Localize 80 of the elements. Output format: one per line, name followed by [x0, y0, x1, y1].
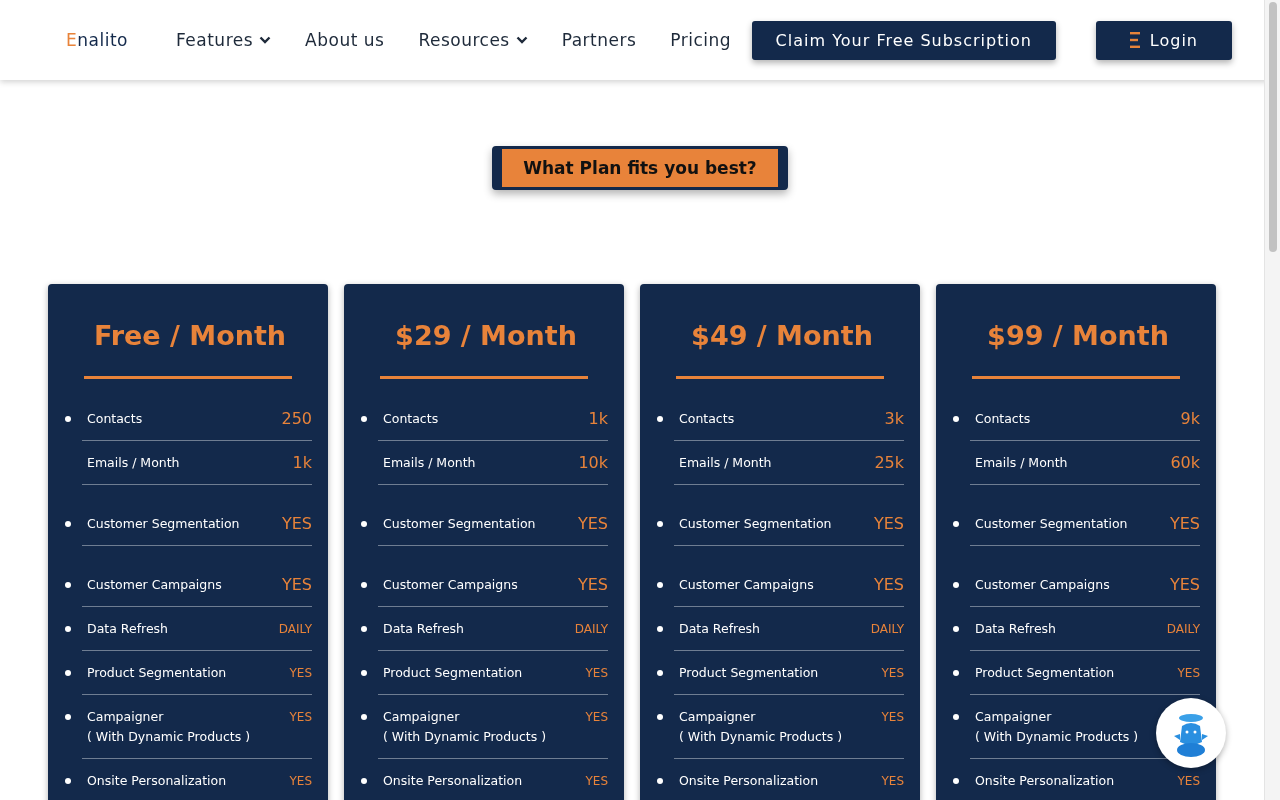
feature-label: Customer Campaigns: [678, 576, 815, 594]
feature-value: YES: [585, 665, 608, 682]
feature-label: Data Refresh: [382, 620, 466, 638]
feature-value: 25k: [874, 453, 904, 473]
feature-value: YES: [289, 773, 312, 790]
feature-value: 10k: [578, 453, 608, 473]
feature-value: 1k: [292, 453, 312, 473]
feature-label: Customer Segmentation: [678, 515, 833, 533]
chevron-down-icon: [259, 36, 272, 44]
feature-value: YES: [1177, 665, 1200, 682]
feature-value: YES: [585, 709, 608, 726]
feature-label: Product Segmentation: [678, 664, 820, 682]
feature-value: YES: [873, 514, 904, 534]
feature-value: YES: [1169, 514, 1200, 534]
plan-price: $99 / Month: [986, 320, 1170, 351]
scrollbar-thumb[interactable]: [1269, 2, 1277, 252]
feature-value: 3k: [884, 409, 904, 429]
feature-label: Customer Segmentation: [382, 515, 537, 533]
feature-value: DAILY: [574, 621, 608, 638]
feature-label: Customer Campaigns: [86, 576, 223, 594]
plan-heading-button[interactable]: What Plan fits you best?: [492, 146, 788, 190]
feature-value: YES: [281, 575, 312, 595]
feature-value: YES: [881, 665, 904, 682]
feature-value: 60k: [1170, 453, 1200, 473]
feature-label: Contacts: [974, 410, 1032, 428]
feature-label: Customer Segmentation: [86, 515, 241, 533]
feature-value: 1k: [588, 409, 608, 429]
plan-price: $29 / Month: [394, 320, 578, 351]
feature-value: YES: [1169, 575, 1200, 595]
feature-label: Customer Campaigns: [382, 576, 519, 594]
feature-label: Onsite Personalization: [678, 772, 820, 790]
feature-label: Emails / Month: [382, 454, 477, 472]
feature-label: Product Segmentation: [974, 664, 1116, 682]
feature-label: Emails / Month: [678, 454, 773, 472]
chevron-down-icon: [515, 36, 528, 44]
feature-value: YES: [881, 773, 904, 790]
feature-label: Product Segmentation: [86, 664, 228, 682]
feature-label: Emails / Month: [974, 454, 1069, 472]
claim-subscription-button[interactable]: Claim Your Free Subscription: [751, 20, 1056, 60]
feature-value: YES: [585, 773, 608, 790]
feature-label: Emails / Month: [86, 454, 181, 472]
feature-label: Campaigner ( With Dynamic Products ): [86, 708, 252, 746]
feature-label: Contacts: [86, 410, 144, 428]
login-button[interactable]: Login: [1095, 20, 1232, 60]
feature-label: Campaigner ( With Dynamic Products ): [974, 708, 1140, 746]
feature-label: Onsite Personalization: [974, 772, 1116, 790]
feature-value: DAILY: [278, 621, 312, 638]
feature-label: Data Refresh: [974, 620, 1058, 638]
feature-label: Onsite Personalization: [86, 772, 228, 790]
plan-price: $49 / Month: [690, 320, 874, 351]
feature-value: YES: [881, 709, 904, 726]
feature-label: Onsite Personalization: [382, 772, 524, 790]
logo[interactable]: Enalito: [66, 30, 128, 50]
feature-value: YES: [1177, 773, 1200, 790]
menu-icon: [1129, 32, 1140, 48]
feature-value: YES: [577, 514, 608, 534]
nav-link[interactable]: Pricing: [670, 30, 732, 50]
feature-value: YES: [289, 665, 312, 682]
feature-label: Product Segmentation: [382, 664, 524, 682]
feature-label: Campaigner ( With Dynamic Products ): [382, 708, 548, 746]
nav-link[interactable]: Partners: [561, 30, 637, 50]
feature-value: YES: [289, 709, 312, 726]
feature-label: Data Refresh: [678, 620, 762, 638]
feature-label: Customer Campaigns: [974, 576, 1111, 594]
feature-label: Campaigner ( With Dynamic Products ): [678, 708, 844, 746]
feature-label: Contacts: [678, 410, 736, 428]
nav-link[interactable]: Features: [175, 30, 272, 50]
feature-value: DAILY: [1166, 621, 1200, 638]
feature-label: Customer Segmentation: [974, 515, 1129, 533]
nav-link[interactable]: About us: [305, 30, 385, 50]
nav-link[interactable]: Resources: [418, 30, 528, 50]
feature-value: YES: [281, 514, 312, 534]
feature-value: 9k: [1180, 409, 1200, 429]
feature-label: Data Refresh: [86, 620, 170, 638]
feature-value: 250: [281, 409, 312, 429]
feature-label: Contacts: [382, 410, 440, 428]
feature-value: YES: [577, 575, 608, 595]
feature-value: YES: [873, 575, 904, 595]
plan-price: Free / Month: [92, 320, 288, 351]
feature-value: DAILY: [870, 621, 904, 638]
